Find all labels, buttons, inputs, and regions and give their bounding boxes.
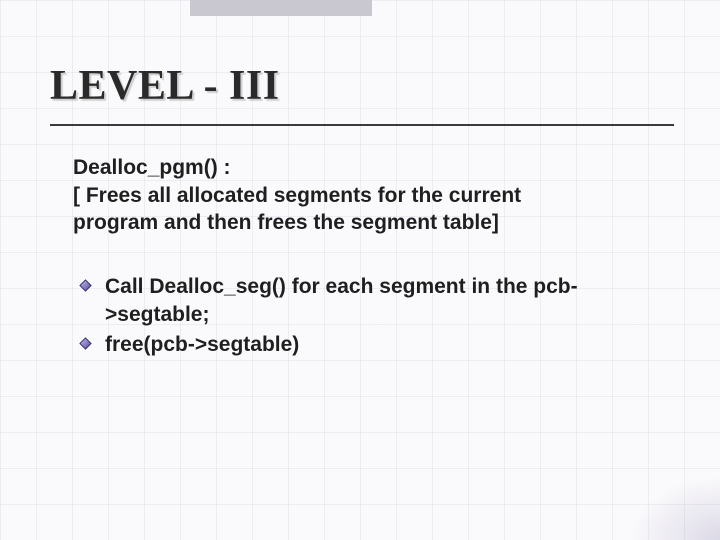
- diamond-bullet-icon: [79, 337, 92, 350]
- corner-decoration: [630, 476, 720, 540]
- body-block: Dealloc_pgm() : [ Frees all allocated se…: [50, 154, 674, 358]
- list-item: free(pcb->segtable): [77, 331, 664, 359]
- bullet-text: Call Dealloc_seg() for each segment in t…: [105, 275, 578, 326]
- intro-line-1: Dealloc_pgm() :: [73, 156, 231, 179]
- list-item: Call Dealloc_seg() for each segment in t…: [77, 273, 664, 328]
- bullet-text: free(pcb->segtable): [105, 333, 299, 356]
- slide-title: LEVEL - III: [50, 62, 674, 110]
- bullet-list: Call Dealloc_seg() for each segment in t…: [73, 273, 664, 358]
- intro-line-2: [ Frees all allocated segments for the c…: [73, 184, 521, 207]
- intro-paragraph: Dealloc_pgm() : [ Frees all allocated se…: [73, 154, 664, 237]
- intro-line-3: program and then frees the segment table…: [73, 211, 499, 234]
- slide-content: LEVEL - III Dealloc_pgm() : [ Frees all …: [0, 0, 720, 358]
- diamond-bullet-icon: [79, 279, 92, 292]
- title-underline: [50, 124, 674, 126]
